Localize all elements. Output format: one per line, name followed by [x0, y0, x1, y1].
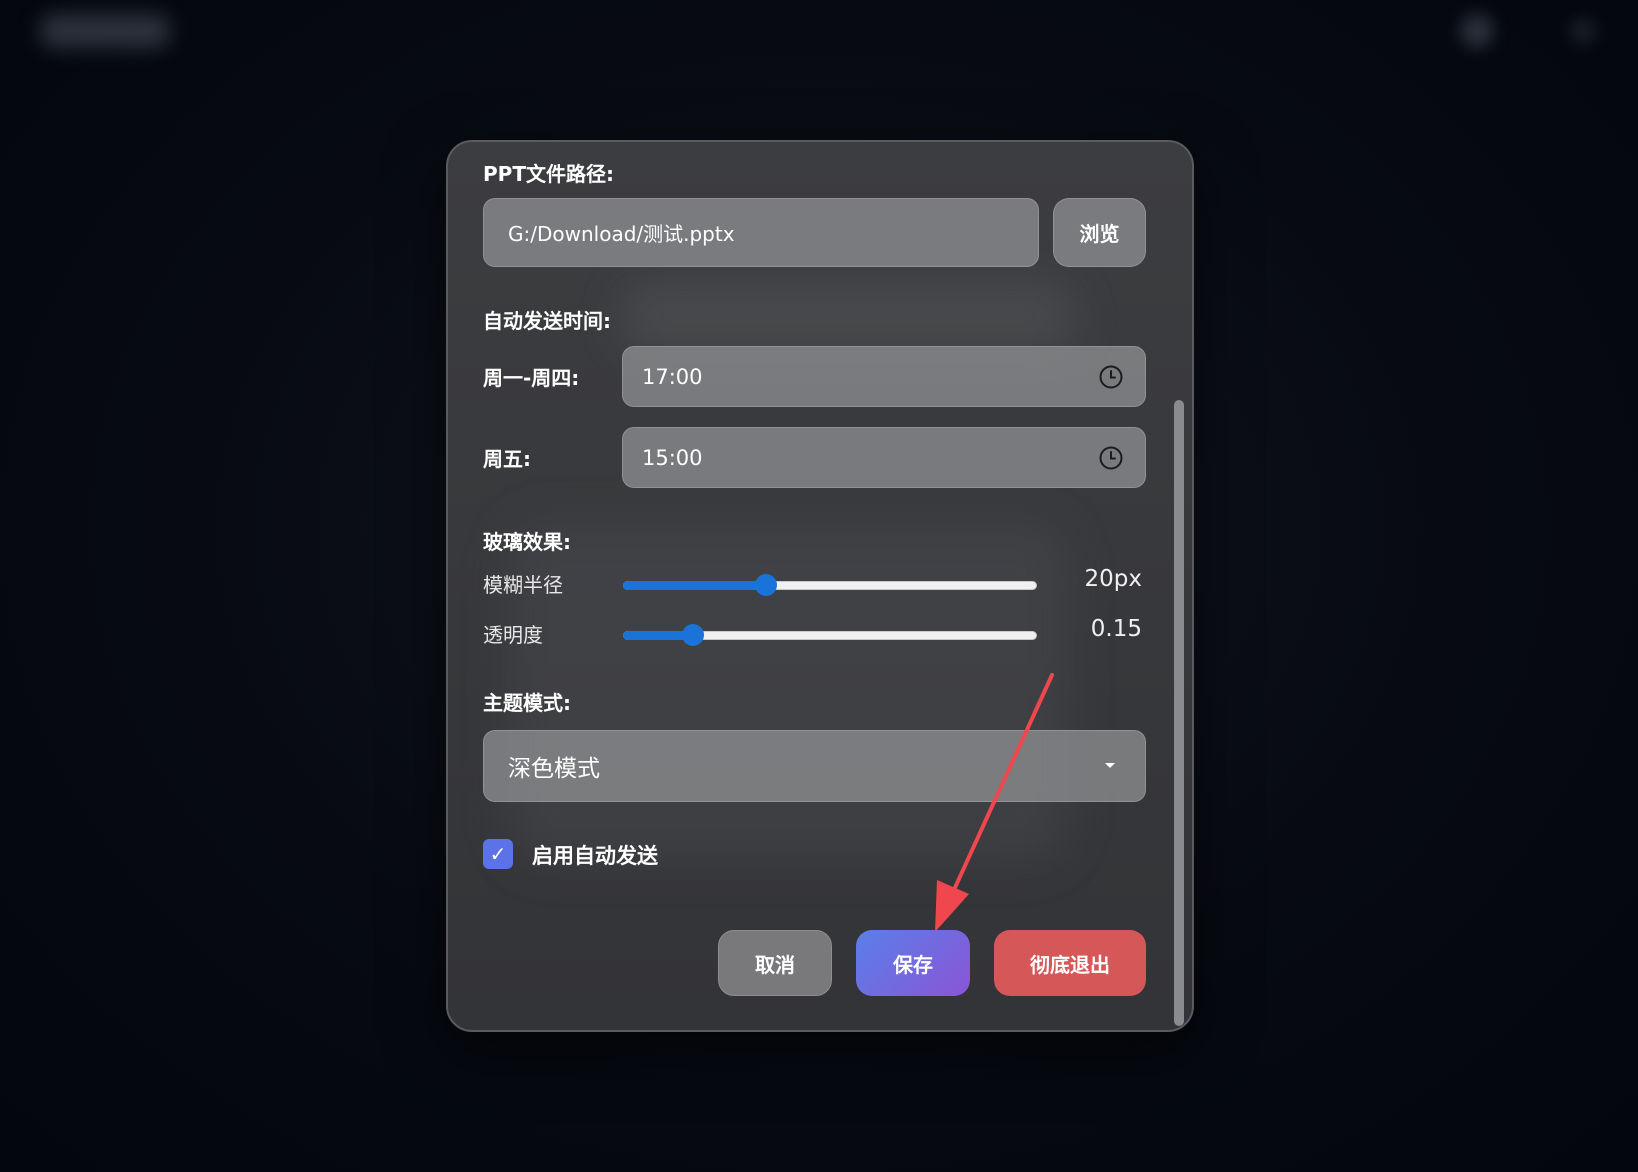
- blur-radius-slider[interactable]: [623, 574, 1037, 596]
- caret-down-icon: [1105, 763, 1115, 768]
- blur-radius-value: 20px: [1084, 566, 1142, 592]
- slider-thumb[interactable]: [682, 624, 705, 646]
- theme-mode-selected: 深色模式: [508, 756, 600, 782]
- slider-thumb[interactable]: [754, 574, 777, 596]
- opacity-value: 0.15: [1090, 616, 1142, 642]
- blur-radius-label: 模糊半径: [483, 573, 563, 597]
- slider-fill: [623, 581, 766, 590]
- auto-send-label: 自动发送时间:: [483, 309, 611, 333]
- save-button[interactable]: 保存: [856, 930, 970, 996]
- scrollbar[interactable]: [1174, 400, 1184, 1026]
- exit-button[interactable]: 彻底退出: [994, 930, 1146, 996]
- opacity-label: 透明度: [483, 623, 543, 647]
- cancel-button[interactable]: 取消: [718, 930, 832, 996]
- blurred-window-control: [1570, 18, 1596, 44]
- mon-thu-label: 周一-周四:: [483, 366, 580, 390]
- settings-dialog: PPT文件路径: G:/Download/测试.pptx 浏览 自动发送时间: …: [446, 140, 1194, 1032]
- theme-mode-label: 主题模式:: [483, 691, 571, 715]
- ppt-path-input[interactable]: G:/Download/测试.pptx: [483, 198, 1039, 267]
- browse-button[interactable]: 浏览: [1053, 198, 1146, 267]
- ppt-path-value: G:/Download/测试.pptx: [508, 222, 735, 246]
- clock-icon[interactable]: [1099, 365, 1123, 389]
- enable-auto-send-label[interactable]: 启用自动发送: [532, 840, 658, 870]
- mon-thu-time-input[interactable]: 17:00: [622, 346, 1146, 407]
- theme-mode-select[interactable]: 深色模式: [483, 730, 1146, 802]
- glass-effect-label: 玻璃效果:: [483, 530, 571, 554]
- mon-thu-time-value: 17:00: [642, 364, 703, 389]
- enable-auto-send-checkbox[interactable]: ✓: [483, 839, 513, 869]
- background-blur-blob: [618, 282, 1078, 352]
- blurred-app-title: [40, 14, 170, 48]
- fri-label: 周五:: [483, 447, 531, 471]
- background-blur-blob: [508, 522, 1068, 862]
- fri-time-value: 15:00: [642, 445, 703, 470]
- opacity-slider[interactable]: [623, 624, 1037, 646]
- clock-icon[interactable]: [1099, 446, 1123, 470]
- blurred-window-control: [1460, 14, 1494, 48]
- ppt-path-label: PPT文件路径:: [483, 162, 614, 186]
- fri-time-input[interactable]: 15:00: [622, 427, 1146, 488]
